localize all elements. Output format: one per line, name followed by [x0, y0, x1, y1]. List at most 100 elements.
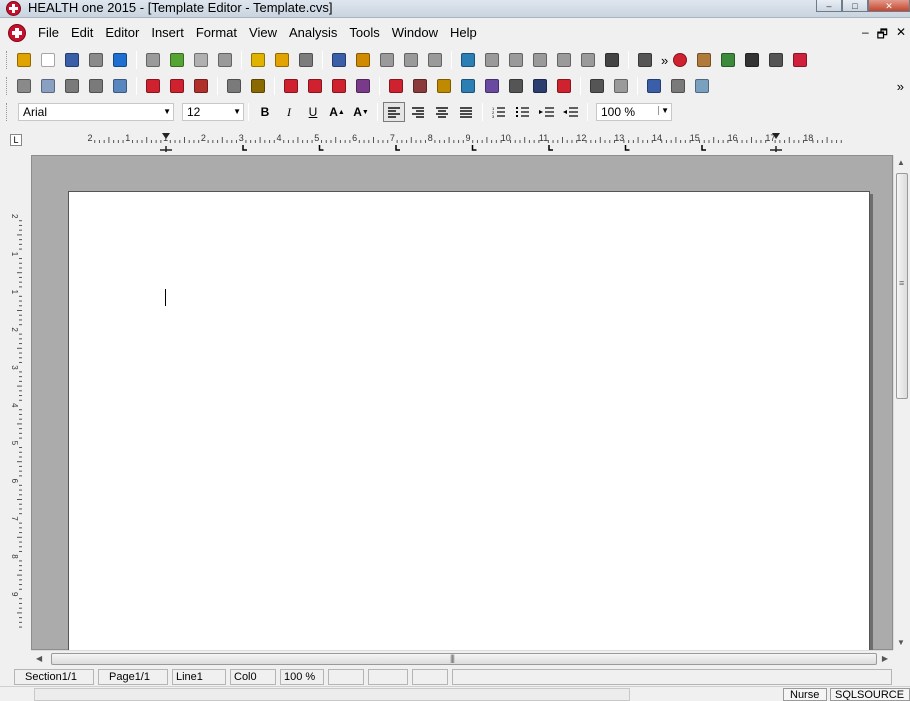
grid-icon[interactable] [401, 50, 421, 70]
bold-button[interactable]: B [254, 102, 276, 122]
italic-button[interactable]: I [278, 102, 300, 122]
document-list-icon[interactable] [143, 50, 163, 70]
horizontal-scrollbar[interactable]: ◀ ||| ▶ [31, 650, 893, 667]
minimize-button[interactable]: – [816, 0, 842, 12]
arrow-right-icon[interactable] [143, 76, 163, 96]
image-icon[interactable] [110, 76, 130, 96]
medical-cross-icon[interactable] [554, 76, 574, 96]
stethoscope5-icon[interactable] [578, 50, 598, 70]
copy-doc-icon[interactable] [668, 76, 688, 96]
menu-tools[interactable]: Tools [343, 23, 385, 43]
form-template-icon[interactable] [611, 76, 631, 96]
stethoscope-icon[interactable] [482, 50, 502, 70]
heart-icon[interactable] [790, 50, 810, 70]
paste-icon[interactable] [191, 76, 211, 96]
font-family-select[interactable]: Arial ▼ [18, 103, 174, 121]
table-icon[interactable] [329, 50, 349, 70]
edit-field-icon[interactable] [248, 76, 268, 96]
bracket-field-icon[interactable] [305, 76, 325, 96]
users-icon[interactable] [718, 50, 738, 70]
menu-file[interactable]: File [32, 23, 65, 43]
lab-icon[interactable] [458, 76, 478, 96]
mdi-close-button[interactable]: ✕ [896, 25, 906, 46]
keyboard-icon[interactable] [506, 76, 526, 96]
new-document-icon[interactable] [38, 50, 58, 70]
calendar-icon[interactable] [353, 76, 373, 96]
menu-format[interactable]: Format [190, 23, 243, 43]
menu-analysis[interactable]: Analysis [283, 23, 343, 43]
vertical-ruler[interactable]: 2 1 1 2 3 4 5 6 7 8 9 [8, 186, 24, 650]
justify-button[interactable] [455, 102, 477, 122]
mdi-restore-button[interactable]: 🗗 [877, 25, 888, 46]
refresh-icon[interactable] [272, 50, 292, 70]
vertical-scroll-thumb[interactable]: ≡ [896, 173, 908, 399]
trash-icon[interactable] [14, 76, 34, 96]
stethoscope4-icon[interactable] [554, 50, 574, 70]
toolbar-grip[interactable] [6, 103, 9, 121]
open-folder-icon[interactable] [14, 50, 34, 70]
eye-icon[interactable] [742, 50, 762, 70]
question-field-icon[interactable] [386, 76, 406, 96]
menu-view[interactable]: View [243, 23, 283, 43]
print-icon[interactable] [86, 50, 106, 70]
bracket-icon[interactable] [86, 76, 106, 96]
list-field-icon[interactable] [329, 76, 349, 96]
horizontal-scroll-thumb[interactable]: ||| [51, 653, 877, 665]
horizontal-ruler[interactable]: 21123456789101112131415161718 [70, 131, 870, 153]
shrink-font-button[interactable]: A ▼ [350, 102, 372, 122]
import-icon[interactable] [167, 50, 187, 70]
align-left-button[interactable] [383, 102, 405, 122]
package-icon[interactable] [694, 50, 714, 70]
numbered-list-button[interactable]: 123 [488, 102, 510, 122]
puzzle-icon[interactable] [530, 76, 550, 96]
preview-icon[interactable] [224, 76, 244, 96]
tools-icon[interactable] [434, 76, 454, 96]
envelope-icon[interactable] [38, 76, 58, 96]
clipboard-icon[interactable] [635, 50, 655, 70]
tab-stop-selector[interactable]: L [10, 134, 22, 146]
archive-icon[interactable] [766, 50, 786, 70]
scroll-up-icon[interactable]: ▲ [897, 158, 905, 167]
stethoscope3-icon[interactable] [530, 50, 550, 70]
save-icon[interactable] [62, 50, 82, 70]
form-icon[interactable] [458, 50, 478, 70]
stop-icon[interactable] [670, 50, 690, 70]
document-page[interactable] [68, 191, 870, 651]
person-icon[interactable] [410, 76, 430, 96]
card-icon[interactable] [296, 50, 316, 70]
underline-button[interactable]: U [302, 102, 324, 122]
scroll-left-icon[interactable]: ◀ [36, 654, 42, 663]
parentheses-icon[interactable] [281, 76, 301, 96]
scroll-right-icon[interactable]: ▶ [882, 654, 888, 663]
network-icon[interactable] [587, 76, 607, 96]
scroll-down-icon[interactable]: ▼ [897, 638, 905, 647]
indent-button[interactable] [536, 102, 558, 122]
menu-insert[interactable]: Insert [145, 23, 190, 43]
nb-icon[interactable] [377, 50, 397, 70]
menu-edit[interactable]: Edit [65, 23, 99, 43]
help-icon[interactable] [110, 50, 130, 70]
app-menu-icon[interactable] [8, 24, 26, 42]
export-red-icon[interactable] [167, 76, 187, 96]
export-icon[interactable] [191, 50, 211, 70]
toolbar-overflow-button[interactable]: » [897, 79, 904, 94]
menu-editor[interactable]: Editor [99, 23, 145, 43]
mail-open-icon[interactable] [248, 50, 268, 70]
mdi-minimize-button[interactable]: – [862, 25, 869, 46]
people-icon[interactable] [353, 50, 373, 70]
align-right-button[interactable] [407, 102, 429, 122]
binoculars-icon[interactable] [602, 50, 622, 70]
font-size-select[interactable]: 12 ▼ [182, 103, 244, 121]
notes-icon[interactable] [215, 50, 235, 70]
fax-icon[interactable] [62, 76, 82, 96]
outdent-button[interactable] [560, 102, 582, 122]
maximize-button[interactable]: □ [842, 0, 868, 12]
stethoscope2-icon[interactable] [506, 50, 526, 70]
chart-icon[interactable] [425, 50, 445, 70]
bullet-list-button[interactable] [512, 102, 534, 122]
menu-window[interactable]: Window [386, 23, 444, 43]
graph-icon[interactable] [482, 76, 502, 96]
align-center-button[interactable] [431, 102, 453, 122]
vertical-scrollbar[interactable]: ▲ ≡ ▼ [893, 155, 909, 650]
transfer-icon[interactable] [692, 76, 712, 96]
